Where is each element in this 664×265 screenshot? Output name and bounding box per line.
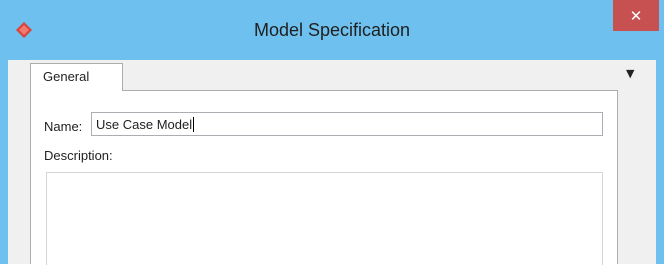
model-specification-window: Model Specification ✕ General ▼ Name: Us… xyxy=(0,0,664,265)
description-label: Description: xyxy=(44,148,113,163)
text-caret xyxy=(193,117,195,132)
close-button[interactable]: ✕ xyxy=(613,0,659,31)
name-value: Use Case Model xyxy=(96,117,195,132)
dropdown-arrow-icon[interactable]: ▼ xyxy=(626,67,634,80)
tab-label: General xyxy=(43,69,90,84)
name-input[interactable]: Use Case Model xyxy=(91,112,603,136)
name-label: Name: xyxy=(44,119,83,134)
description-textarea[interactable] xyxy=(46,172,603,265)
name-value-text: Use Case Model xyxy=(96,117,193,132)
tab-general[interactable]: General xyxy=(30,63,123,91)
window-title: Model Specification xyxy=(253,20,411,40)
title-bar[interactable]: Model Specification ✕ xyxy=(0,0,664,60)
close-icon: ✕ xyxy=(629,6,643,25)
general-panel: Name: Use Case Model Description: xyxy=(30,90,618,265)
dialog-content: General ▼ Name: Use Case Model Descripti… xyxy=(8,60,656,265)
